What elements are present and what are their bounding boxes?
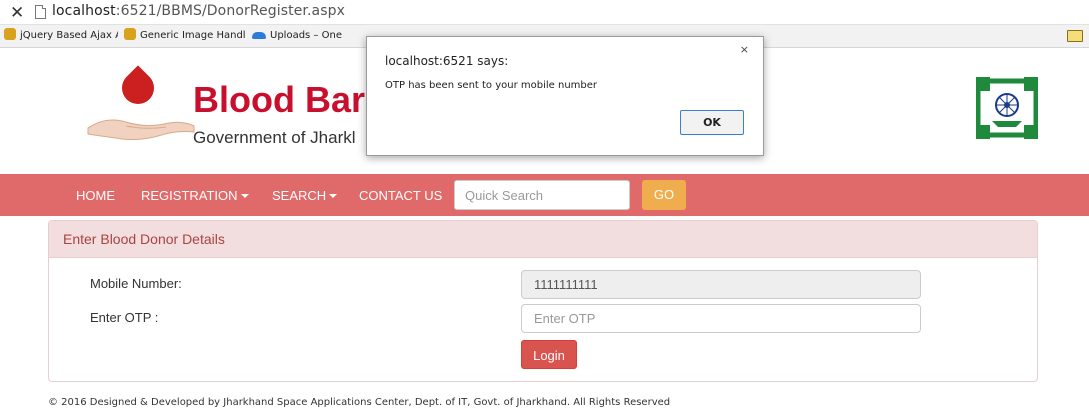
alert-dialog: localhost:6521 says: × OTP has been sent… — [366, 36, 764, 156]
bookmark-label: Uploads – One — [270, 30, 342, 41]
hand-logo — [87, 119, 195, 141]
url-path: :6521/BBMS/DonorRegister.aspx — [115, 3, 345, 19]
nav-search-label: SEARCH — [272, 188, 327, 203]
login-button[interactable]: Login — [521, 340, 577, 369]
caret-down-icon — [329, 194, 338, 198]
nav-home[interactable]: HOME — [76, 188, 115, 203]
nav-search[interactable]: SEARCH — [272, 188, 338, 203]
close-icon[interactable]: ✕ — [10, 3, 24, 23]
blood-drop-logo — [115, 65, 161, 111]
otp-label: Enter OTP : — [90, 310, 159, 325]
dialog-message: OTP has been sent to your mobile number — [385, 80, 598, 91]
bookmark-label: Generic Image Handle — [140, 30, 246, 41]
nav-contact-us[interactable]: CONTACT US — [359, 188, 442, 203]
page-icon — [35, 5, 46, 19]
nav-registration[interactable]: REGISTRATION — [141, 188, 249, 203]
footer-copyright: © 2016 Designed & Developed by Jharkhand… — [48, 397, 671, 408]
app-icon — [4, 28, 16, 40]
caret-down-icon — [240, 194, 249, 198]
bookmark-label: jQuery Based Ajax ASI — [20, 30, 118, 41]
dialog-title: localhost:6521 says: — [385, 54, 509, 68]
app-icon — [124, 28, 136, 40]
site-subtitle: Government of Jharkl — [193, 128, 356, 147]
panel-header: Enter Blood Donor Details — [49, 221, 1037, 258]
panel-title: Enter Blood Donor Details — [63, 231, 225, 247]
bookmark-generic-image[interactable]: Generic Image Handle — [124, 28, 246, 41]
site-title: Blood Bar — [193, 79, 366, 120]
folder-icon[interactable] — [1067, 30, 1083, 42]
jharkhand-emblem-icon — [976, 77, 1038, 139]
url-host: localhost — [52, 3, 116, 19]
mobile-number-field[interactable] — [521, 270, 921, 299]
quick-search-input[interactable] — [454, 180, 630, 210]
otp-input[interactable] — [521, 304, 921, 333]
close-icon[interactable]: × — [740, 43, 749, 56]
mobile-number-label: Mobile Number: — [90, 276, 182, 291]
bookmark-jquery[interactable]: jQuery Based Ajax ASI — [4, 28, 118, 41]
address-url[interactable]: localhost:6521/BBMS/DonorRegister.aspx — [52, 3, 345, 19]
browser-address-bar: ✕ localhost:6521/BBMS/DonorRegister.aspx — [0, 0, 1089, 24]
cloud-icon — [252, 28, 266, 40]
nav-registration-label: REGISTRATION — [141, 188, 238, 203]
bookmark-uploads[interactable]: Uploads – One — [252, 28, 362, 41]
go-button[interactable]: GO — [642, 180, 686, 210]
ok-button[interactable]: OK — [680, 110, 744, 135]
